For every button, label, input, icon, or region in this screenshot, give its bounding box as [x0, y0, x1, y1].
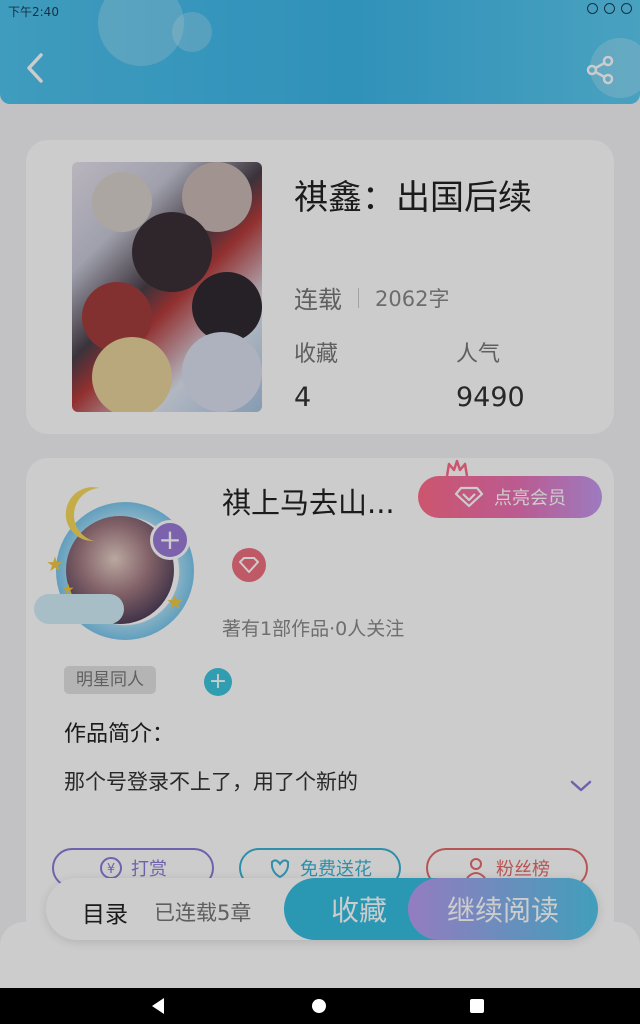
- yen-icon: ¥: [100, 857, 122, 879]
- vip-badge: [232, 548, 266, 582]
- share-icon: [586, 55, 614, 85]
- status-icons: [587, 3, 632, 14]
- plus-icon: +: [158, 523, 182, 556]
- status-bar: 下午2:40: [0, 0, 640, 22]
- status-icon: [621, 3, 632, 14]
- collect-label: 收藏: [330, 894, 387, 927]
- svg-text:¥: ¥: [107, 862, 115, 877]
- star-icon: ★: [166, 590, 184, 614]
- author-stats: 著有1部作品·0人关注: [222, 618, 405, 640]
- continue-reading-label: 继续阅读: [446, 894, 559, 927]
- person-icon: [466, 858, 486, 879]
- cloud-icon: [34, 594, 124, 624]
- diamond-icon: [454, 486, 484, 508]
- cover-figure: [92, 337, 172, 412]
- continue-reading-button[interactable]: 继续阅读: [408, 878, 598, 940]
- nav-home-icon[interactable]: [312, 999, 326, 1013]
- genre-tag[interactable]: 明星同人: [64, 666, 156, 694]
- status-time: 下午2:40: [8, 5, 59, 19]
- popularity-value: 9490: [456, 382, 525, 413]
- bottom-action-bar: 目录 已连载5章 收藏 继续阅读: [46, 878, 598, 940]
- system-nav-bar: [0, 988, 640, 1024]
- status-icon: [587, 3, 598, 14]
- expand-intro-button[interactable]: [570, 778, 592, 797]
- share-button[interactable]: [580, 50, 620, 90]
- plus-icon: +: [208, 669, 228, 694]
- intro-text: 那个号登录不上了，用了个新的: [64, 770, 358, 794]
- favorites-value: 4: [294, 382, 312, 413]
- vip-button-label: 点亮会员: [494, 488, 566, 509]
- serialization-status: 连载: [294, 286, 342, 314]
- back-button[interactable]: [18, 48, 52, 88]
- cover-figure: [182, 332, 262, 412]
- nav-back-icon[interactable]: [152, 998, 164, 1014]
- add-tag-button[interactable]: +: [204, 668, 232, 696]
- nav-recent-apps-icon[interactable]: [470, 999, 484, 1013]
- favorites-label: 收藏: [294, 342, 339, 367]
- book-meta-row: 连载 2062字: [294, 280, 449, 315]
- popularity-stat: 人气 9490: [456, 336, 525, 413]
- diamond-icon: [239, 557, 259, 573]
- header-bar: 下午2:40: [0, 0, 640, 104]
- cover-figure: [132, 212, 212, 292]
- chevron-down-icon: [570, 780, 592, 792]
- star-icon: ★: [46, 552, 64, 576]
- book-info-card: 祺鑫：出国后续 连载 2062字 收藏 4 人气 9490: [26, 140, 614, 434]
- author-avatar[interactable]: ★ ★ ★ +: [34, 474, 194, 640]
- word-count: 2062字: [375, 286, 450, 311]
- chapter-count: 已连载5章: [154, 901, 252, 925]
- vip-activate-button[interactable]: 点亮会员: [418, 476, 602, 518]
- follow-author-button[interactable]: +: [150, 520, 190, 560]
- table-of-contents-button[interactable]: 目录: [82, 895, 128, 929]
- book-cover-image[interactable]: [72, 162, 262, 412]
- chevron-left-icon: [27, 53, 43, 83]
- status-icon: [604, 3, 615, 14]
- flower-icon: [270, 859, 290, 879]
- author-name[interactable]: 祺上马去山...: [222, 480, 412, 522]
- intro-heading: 作品简介：: [64, 722, 175, 747]
- meta-divider: [358, 287, 359, 308]
- star-icon: ★: [62, 582, 75, 598]
- book-title: 祺鑫：出国后续: [294, 178, 532, 218]
- popularity-label: 人气: [456, 342, 501, 367]
- favorites-stat: 收藏 4: [294, 336, 338, 413]
